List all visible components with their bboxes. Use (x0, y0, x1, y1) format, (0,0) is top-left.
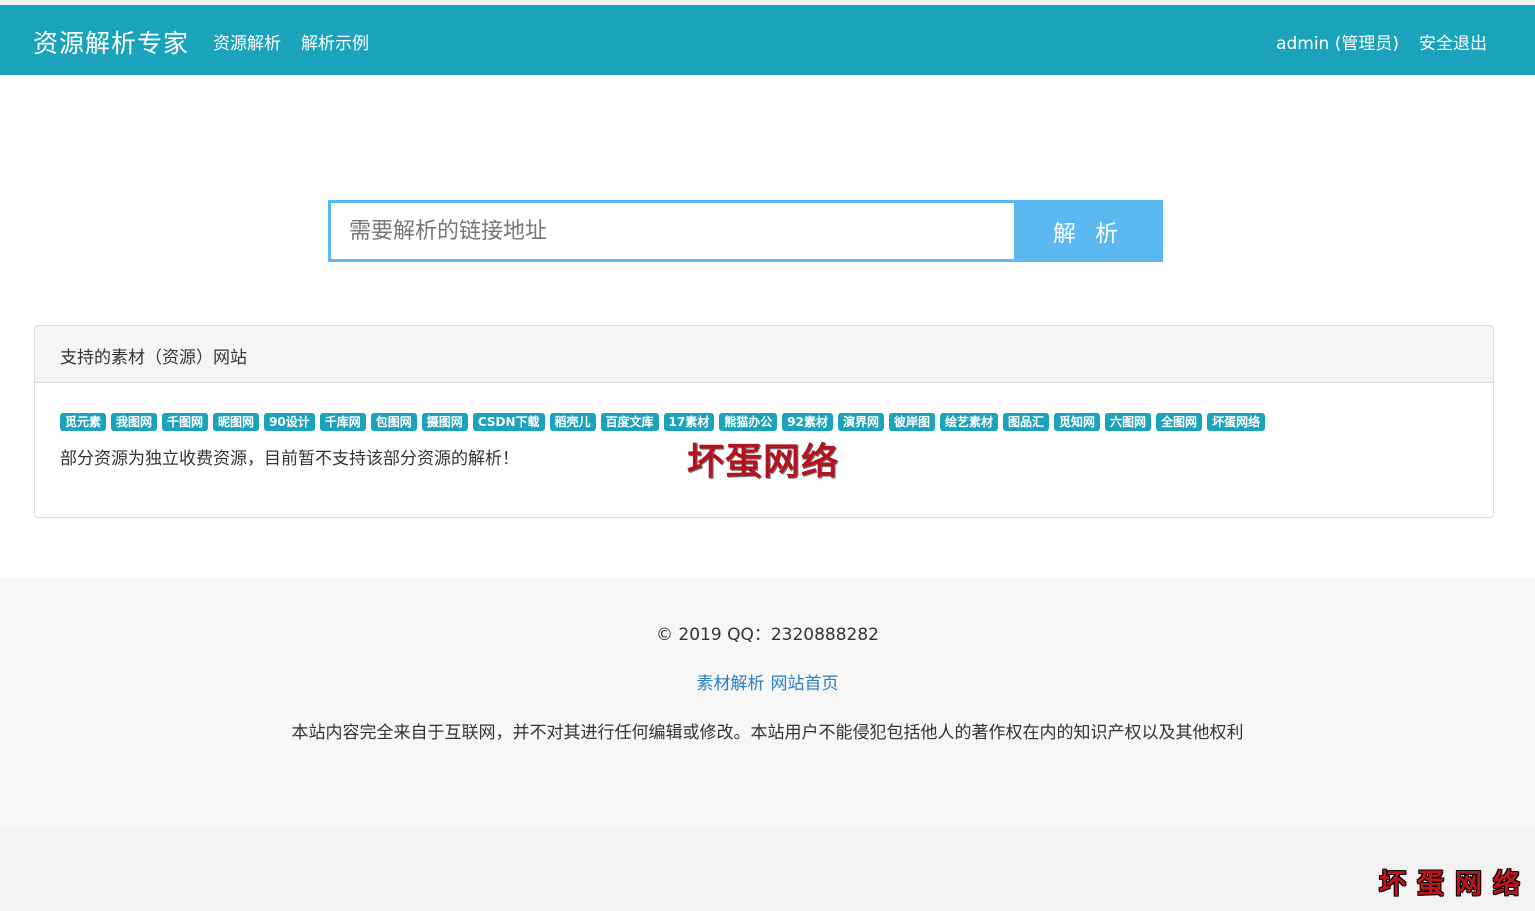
user-account-link[interactable]: admin (管理员) (1276, 29, 1399, 54)
site-tag[interactable]: 我图网 (111, 413, 158, 431)
nav-resource-parse[interactable]: 资源解析 (213, 29, 281, 54)
site-tag[interactable]: 熊猫办公 (719, 413, 778, 431)
footer-copyright: © 2019 QQ：2320888282 (656, 625, 879, 645)
nav-parse-examples[interactable]: 解析示例 (301, 29, 369, 54)
search-bar: 解 析 (328, 200, 1163, 262)
site-tag[interactable]: 92素材 (782, 413, 833, 431)
site-tag-list: 觅元素 我图网 千图网 昵图网 90设计 千库网 包图网 摄图网 CSDN下载 稻壳儿 百度文库 17… (60, 413, 1468, 431)
site-tag[interactable]: 百度文库 (600, 413, 659, 431)
site-tag[interactable]: 包图网 (370, 413, 417, 431)
logout-link[interactable]: 安全退出 (1419, 29, 1487, 54)
footer-link-material-parse[interactable]: 素材解析 (697, 669, 765, 694)
footer: © 2019 QQ：2320888282 素材解析 网站首页 本站内容完全来自于… (0, 578, 1535, 828)
brand-logo[interactable]: 资源解析专家 (33, 24, 189, 60)
main-nav: 资源解析 解析示例 (213, 29, 369, 54)
user-nav: admin (管理员) 安全退出 (1276, 29, 1487, 54)
site-tag[interactable]: 千库网 (319, 413, 366, 431)
site-tag[interactable]: 绘艺素材 (939, 413, 998, 431)
panel-title: 支持的素材（资源）网站 (35, 326, 1493, 383)
footer-links: 素材解析 网站首页 (0, 669, 1535, 694)
url-input[interactable] (328, 200, 1014, 262)
site-tag[interactable]: 90设计 (264, 413, 315, 431)
site-tag[interactable]: CSDN下载 (472, 413, 545, 431)
supported-sites-panel: 支持的素材（资源）网站 觅元素 我图网 千图网 昵图网 90设计 千库网 包图网 摄图网 CSD… (34, 325, 1494, 518)
site-tag[interactable]: 觅知网 (1054, 413, 1101, 431)
panel-body: 觅元素 我图网 千图网 昵图网 90设计 千库网 包图网 摄图网 CSDN下载 稻壳儿 百度文库 17… (35, 383, 1493, 483)
site-tag[interactable]: 千图网 (162, 413, 209, 431)
site-tag[interactable]: 昵图网 (213, 413, 260, 431)
site-tag[interactable]: 稻壳儿 (549, 413, 596, 431)
footer-disclaimer: 本站内容完全来自于互联网，并不对其进行任何编辑或修改。本站用户不能侵犯包括他人的… (291, 723, 1244, 743)
site-tag[interactable]: 图品汇 (1003, 413, 1050, 431)
site-tag[interactable]: 摄图网 (421, 413, 468, 431)
site-tag[interactable]: 彼岸图 (888, 413, 935, 431)
site-tag[interactable]: 全图网 (1156, 413, 1203, 431)
site-tag[interactable]: 六图网 (1105, 413, 1152, 431)
site-tag[interactable]: 17素材 (663, 413, 715, 431)
watermark-text: 坏蛋网络 (687, 439, 839, 483)
site-tag[interactable]: 演界网 (837, 413, 884, 431)
top-navbar: 资源解析专家 资源解析 解析示例 admin (管理员) 安全退出 (0, 5, 1535, 75)
footer-link-home[interactable]: 网站首页 (771, 669, 839, 694)
corner-watermark: 坏蛋网络 (1379, 869, 1531, 900)
site-tag[interactable]: 坏蛋网络 (1207, 413, 1266, 431)
parse-button[interactable]: 解 析 (1014, 200, 1163, 262)
site-tag[interactable]: 觅元素 (60, 413, 107, 431)
main-content: 解 析 支持的素材（资源）网站 觅元素我图网千图网昵图网90设计千库网包图网摄图… (0, 75, 1535, 578)
